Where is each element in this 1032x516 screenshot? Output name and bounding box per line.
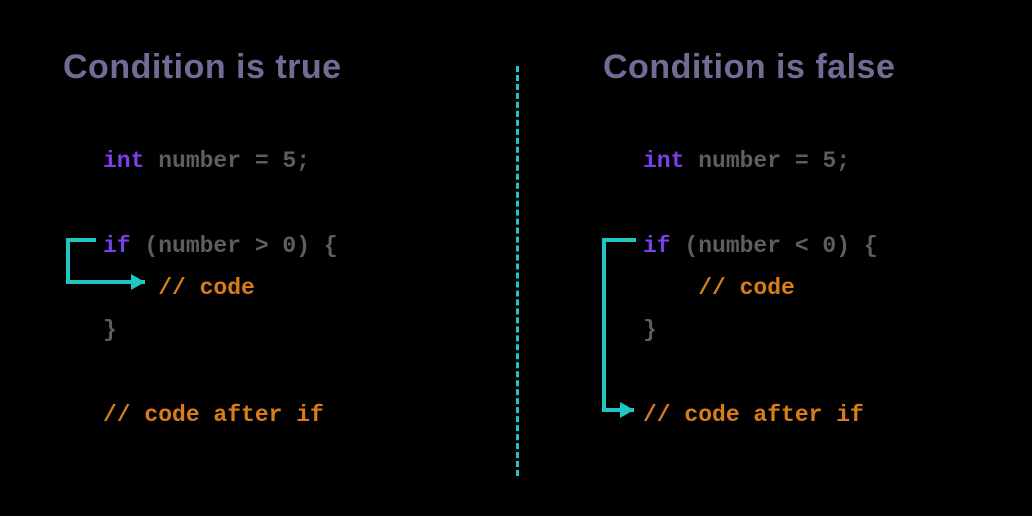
right-code-line4: } (643, 309, 657, 351)
right-code-line2: if (number < 0) { (643, 225, 878, 267)
diagram-root: Condition is true int number = 5; if (nu… (0, 0, 1032, 516)
comment-code: // code (698, 275, 795, 301)
ident-text: number = 5; (684, 148, 850, 174)
vertical-divider (516, 66, 519, 476)
left-code-line3: // code (103, 267, 255, 309)
left-code-line5: // code after if (103, 394, 324, 436)
keyword-if: if (643, 233, 671, 259)
left-code-line4: } (103, 309, 117, 351)
indent (103, 275, 158, 301)
ident-text: (number > 0) { (131, 233, 338, 259)
ident-text: (number < 0) { (671, 233, 878, 259)
keyword-int: int (103, 148, 144, 174)
right-code-line1: int number = 5; (643, 140, 850, 182)
ident-text: number = 5; (144, 148, 310, 174)
right-code-line3: // code (643, 267, 795, 309)
left-title: Condition is true (63, 48, 342, 87)
indent (643, 275, 698, 301)
keyword-int: int (643, 148, 684, 174)
brace: } (103, 317, 117, 343)
brace: } (643, 317, 657, 343)
left-code-line1: int number = 5; (103, 140, 310, 182)
keyword-if: if (103, 233, 131, 259)
right-title: Condition is false (603, 48, 895, 87)
right-code-line5: // code after if (643, 394, 864, 436)
comment-after: // code after if (103, 402, 324, 428)
comment-after: // code after if (643, 402, 864, 428)
comment-code: // code (158, 275, 255, 301)
left-code-line2: if (number > 0) { (103, 225, 338, 267)
